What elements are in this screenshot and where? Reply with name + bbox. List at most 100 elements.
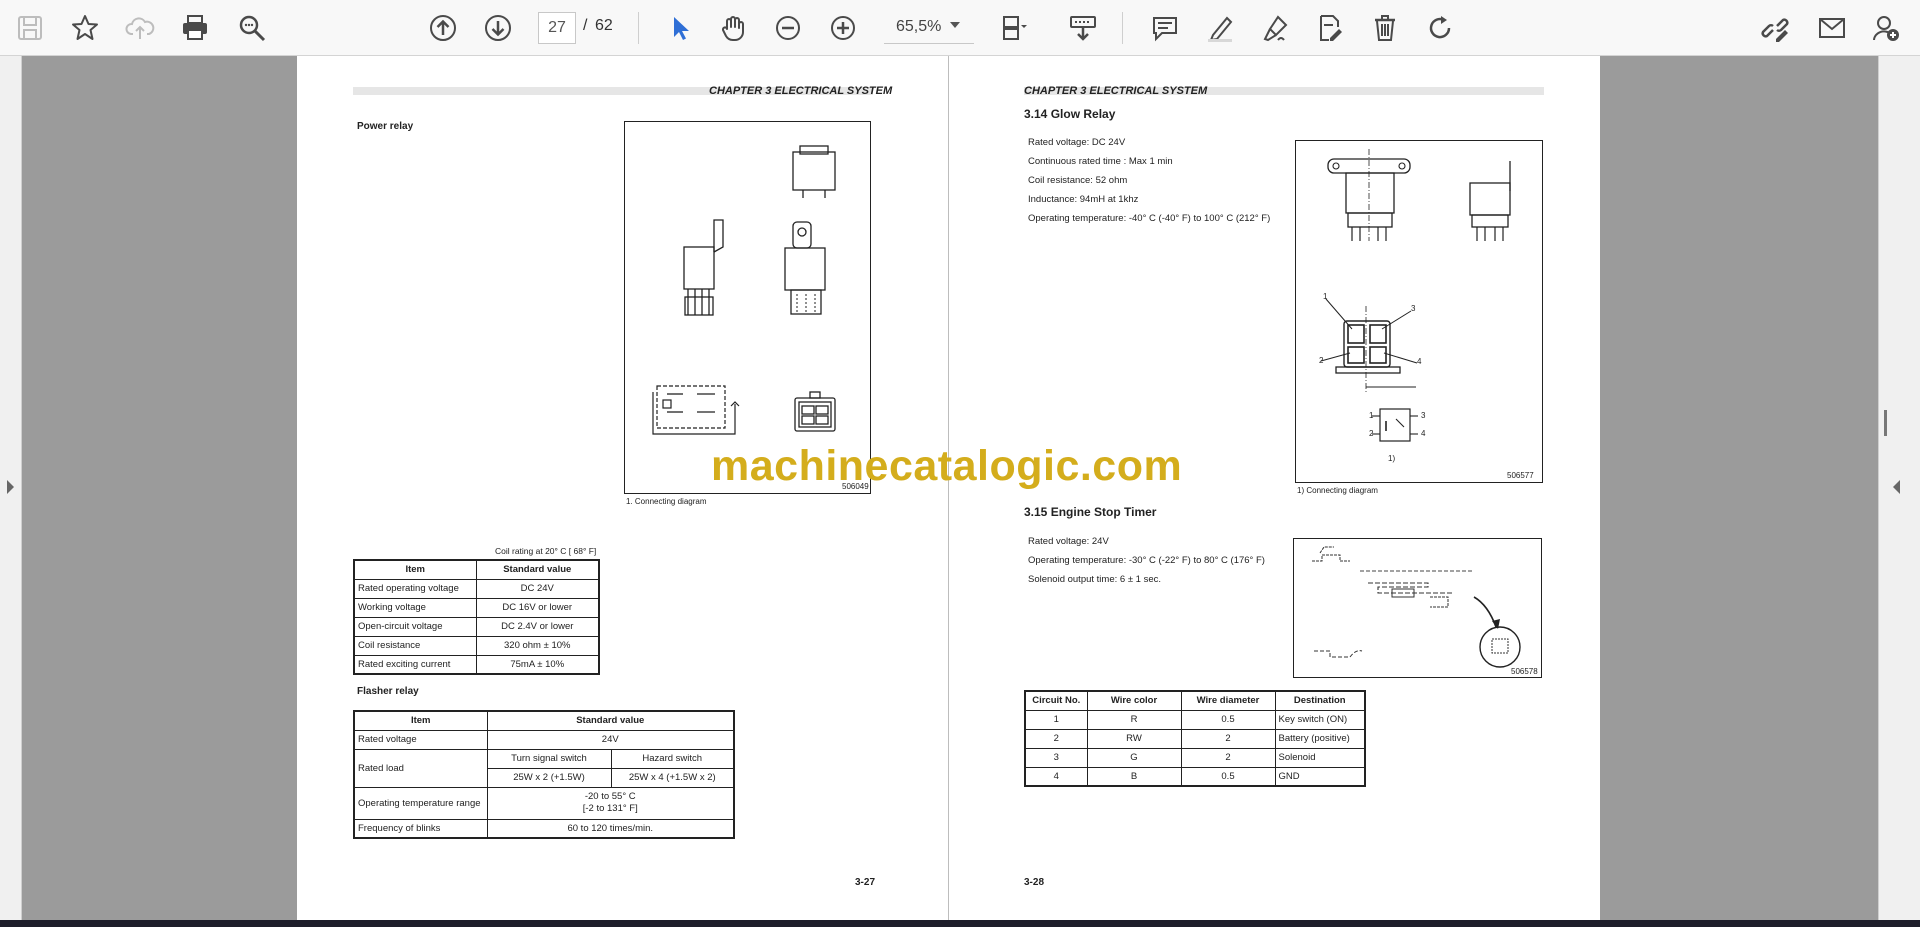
- left-panel-rail[interactable]: [0, 56, 22, 921]
- table-cell: Solenoid: [1274, 747, 1366, 768]
- highlight-pen-icon[interactable]: [1200, 8, 1240, 48]
- expand-left-panel-icon[interactable]: [7, 480, 14, 494]
- power-relay-diagram: 506049: [624, 121, 871, 494]
- table-header: Standard value: [486, 710, 735, 731]
- table-cell: Rated load: [353, 748, 488, 788]
- page-number: 3-28: [1024, 877, 1045, 888]
- link-edit-icon[interactable]: [1755, 8, 1795, 48]
- table-cell: Rated operating voltage: [353, 578, 477, 599]
- table-header: Wire diameter: [1180, 690, 1276, 711]
- table-cell: Coil resistance: [353, 635, 477, 656]
- table-cell: Operating temperature range: [353, 786, 488, 820]
- table-row: Working voltage DC 16V or lower: [353, 597, 600, 618]
- table-cell: Turn signal switch: [486, 748, 612, 769]
- keyboard-download-icon[interactable]: [1063, 8, 1103, 48]
- flasher-relay-table: Item Standard value Rated voltage 24V Ra…: [353, 710, 735, 839]
- trash-icon[interactable]: [1365, 8, 1405, 48]
- zoom-search-icon[interactable]: [232, 8, 272, 48]
- chapter-header: CHAPTER 3 ELECTRICAL SYSTEM: [709, 85, 893, 97]
- page-number-input[interactable]: 27: [538, 12, 576, 44]
- table-cell: Working voltage: [353, 597, 477, 618]
- scrollbar-thumb[interactable]: [1884, 410, 1887, 436]
- pin-label: 1: [1323, 292, 1328, 301]
- toolbar-divider: [1122, 12, 1123, 44]
- pin-label: 2: [1319, 356, 1324, 365]
- cloud-upload-icon[interactable]: [120, 8, 160, 48]
- glow-spec: Operating temperature: -40° C (-40° F) t…: [1028, 213, 1271, 224]
- zoom-in-icon[interactable]: [823, 8, 863, 48]
- hand-tool-icon[interactable]: [713, 8, 753, 48]
- table-row: Rated exciting current 75mA ± 10%: [353, 654, 600, 675]
- toolbar: 27 / 62 65,5%: [0, 0, 1920, 56]
- table-cell: 2: [1180, 747, 1276, 768]
- figure-caption: 1. Connecting diagram: [626, 497, 707, 506]
- zoom-level-select[interactable]: 65,5%: [884, 12, 974, 44]
- table-cell: 1: [1024, 709, 1088, 730]
- save-icon[interactable]: [10, 8, 50, 48]
- previous-page-icon[interactable]: [423, 8, 463, 48]
- glow-relay-diagram: 1 2 3 4 1 2 3 4 1) 506577: [1295, 140, 1543, 483]
- page-display-icon[interactable]: [994, 8, 1034, 48]
- table-cell: Open-circuit voltage: [353, 616, 477, 637]
- figure-caption: 1) Connecting diagram: [1297, 486, 1378, 495]
- rotate-icon[interactable]: [1420, 8, 1460, 48]
- select-cursor-icon[interactable]: [660, 8, 700, 48]
- bookmark-star-icon[interactable]: [65, 8, 105, 48]
- table-cell: 25W x 4 (+1.5W x 2): [610, 767, 735, 788]
- comment-icon[interactable]: [1145, 8, 1185, 48]
- wire-table: Circuit No. Wire color Wire diameter Des…: [1024, 690, 1366, 787]
- right-panel-rail[interactable]: [1878, 56, 1920, 921]
- zoom-out-icon[interactable]: [768, 8, 808, 48]
- op-temp-celsius: -20 to 55° C: [584, 791, 636, 802]
- chevron-down-icon[interactable]: [950, 22, 960, 28]
- print-icon[interactable]: [175, 8, 215, 48]
- table-row: Rated load Turn signal switch Hazard swi…: [353, 748, 735, 788]
- expand-right-panel-icon[interactable]: [1893, 480, 1900, 494]
- figure-id: 506578: [1511, 667, 1538, 676]
- pin-label: 2: [1369, 429, 1374, 438]
- sign-pen-icon[interactable]: [1255, 8, 1295, 48]
- table-header: Item: [353, 559, 477, 580]
- watermark-text: machinecatalogic.com: [711, 442, 1183, 490]
- pin-label: 3: [1421, 411, 1426, 420]
- timer-spec: Operating temperature: -30° C (-22° F) t…: [1028, 555, 1265, 566]
- timer-spec: Solenoid output time: 6 ± 1 sec.: [1028, 574, 1162, 585]
- email-icon[interactable]: [1812, 8, 1852, 48]
- glow-spec: Rated voltage: DC 24V: [1028, 137, 1126, 148]
- table-cell: 60 to 120 times/min.: [486, 818, 735, 839]
- figure-label: 1): [1388, 454, 1396, 463]
- table-cell: 2: [1180, 728, 1276, 749]
- table-cell: 4: [1024, 766, 1088, 787]
- table-cell: DC 24V: [475, 578, 600, 599]
- table-cell: Battery (positive): [1274, 728, 1366, 749]
- table-cell: -20 to 55° C [-2 to 131° F]: [486, 786, 735, 820]
- flasher-relay-title: Flasher relay: [357, 686, 419, 697]
- edit-document-icon[interactable]: [1310, 8, 1350, 48]
- pin-label: 4: [1421, 429, 1426, 438]
- table-cell: RW: [1086, 728, 1182, 749]
- add-user-icon[interactable]: [1866, 8, 1906, 48]
- taskbar-strip: [0, 920, 1920, 927]
- engine-stop-timer-diagram: 506578: [1293, 538, 1542, 678]
- table-cell: 0.5: [1180, 709, 1276, 730]
- table-cell: 0.5: [1180, 766, 1276, 787]
- page-number: 3-27: [855, 877, 876, 888]
- table-row: Open-circuit voltage DC 2.4V or lower: [353, 616, 600, 637]
- toolbar-divider: [638, 12, 639, 44]
- next-page-icon[interactable]: [478, 8, 518, 48]
- table-cell: GND: [1274, 766, 1366, 787]
- table-cell: 3: [1024, 747, 1088, 768]
- table-cell: B: [1086, 766, 1182, 787]
- table-cell: 320 ohm ± 10%: [475, 635, 600, 656]
- glow-spec: Continuous rated time : Max 1 min: [1028, 156, 1173, 167]
- table-row: Frequency of blinks 60 to 120 times/min.: [353, 818, 735, 839]
- table-header: Circuit No.: [1024, 690, 1088, 711]
- table-row: Operating temperature range -20 to 55° C…: [353, 786, 735, 820]
- total-pages: 62: [595, 17, 613, 34]
- table-row: Coil resistance 320 ohm ± 10%: [353, 635, 600, 656]
- table-cell: DC 2.4V or lower: [475, 616, 600, 637]
- table-cell: Rated voltage: [353, 729, 488, 750]
- pin-label: 1: [1369, 411, 1374, 420]
- chapter-header: CHAPTER 3 ELECTRICAL SYSTEM: [1024, 85, 1208, 97]
- table-cell: 75mA ± 10%: [475, 654, 600, 675]
